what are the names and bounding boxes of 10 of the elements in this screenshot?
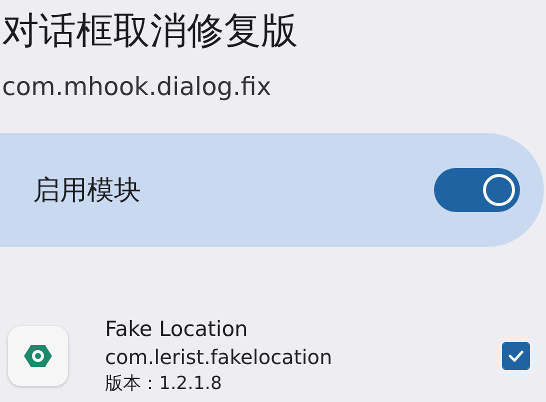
checkbox[interactable] (502, 342, 530, 370)
toggle-switch[interactable] (434, 168, 520, 212)
app-package: com.lerist.fakelocation (105, 344, 332, 371)
app-version: 版本：1.2.1.8 (105, 372, 222, 396)
switch-card[interactable]: 启用模块 (0, 133, 544, 247)
switch-label: 启用模块 (33, 174, 141, 208)
page-title: 对话框取消修复版 (1, 9, 298, 53)
package-name: com.mhook.dialog.fix (1, 71, 272, 103)
app-icon (8, 326, 68, 386)
app-name: Fake Location (105, 316, 248, 343)
